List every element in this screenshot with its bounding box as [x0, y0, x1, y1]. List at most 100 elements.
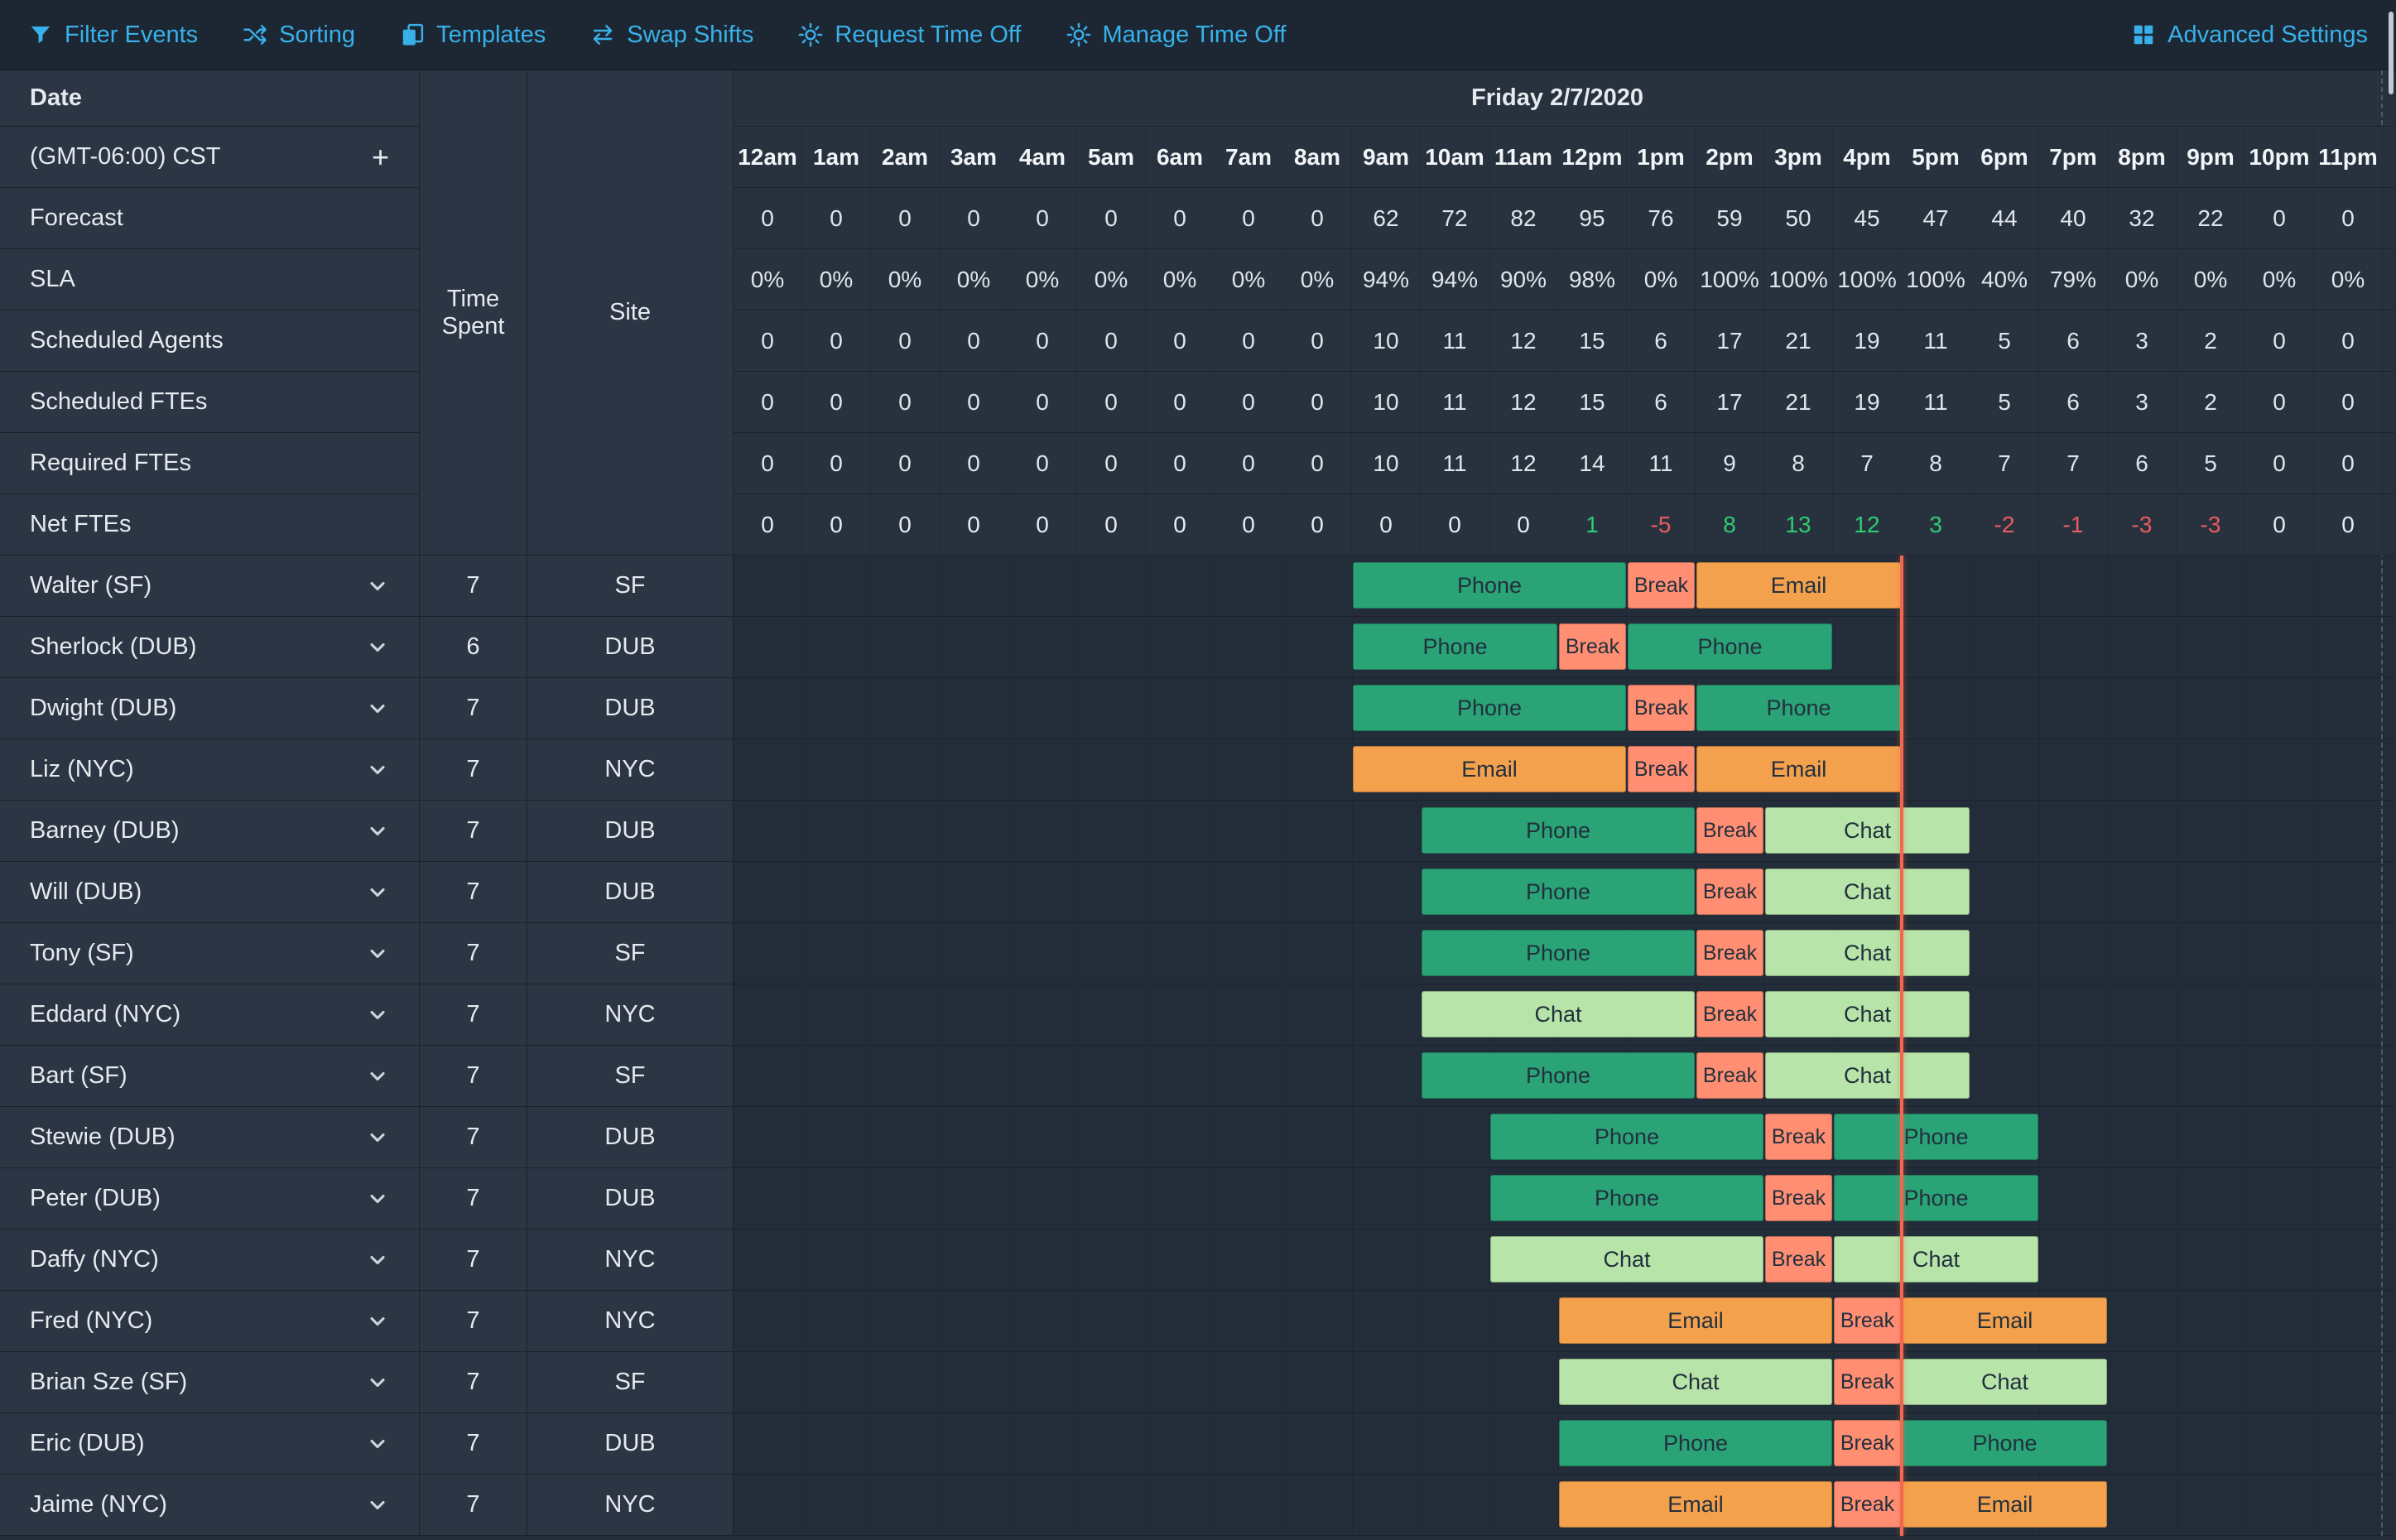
shift-block-break[interactable]: Break [1834, 1420, 1901, 1466]
toolbar-item-manage-time-off[interactable]: Manage Time Off [1066, 22, 1286, 49]
chevron-down-icon[interactable] [366, 1494, 389, 1517]
chevron-down-icon[interactable] [366, 1371, 389, 1394]
shift-block-email[interactable]: Email [1903, 1481, 2107, 1528]
agent-row-eddard-nyc[interactable]: Eddard (NYC) [0, 984, 420, 1046]
shift-block-break[interactable]: Break [1765, 1236, 1832, 1283]
agent-row-daffy-nyc[interactable]: Daffy (NYC) [0, 1230, 420, 1291]
shift-block-phone[interactable]: Phone [1422, 807, 1695, 854]
shift-block-break[interactable]: Break [1628, 746, 1695, 792]
shift-block-break[interactable]: Break [1628, 685, 1695, 731]
toolbar-item-sorting[interactable]: Sorting [243, 22, 355, 49]
shift-block-break[interactable]: Break [1834, 1359, 1901, 1405]
hour-label-6am: 6am [1146, 127, 1215, 188]
shift-block-break[interactable]: Break [1696, 930, 1763, 976]
chevron-down-icon[interactable] [366, 1310, 389, 1333]
shift-block-break[interactable]: Break [1834, 1481, 1901, 1528]
shift-block-chat[interactable]: Chat [1422, 991, 1695, 1037]
site-header-label: Site [609, 299, 651, 325]
chevron-down-icon[interactable] [366, 1126, 389, 1149]
shift-block-chat[interactable]: Chat [1765, 991, 1970, 1037]
shift-block-phone[interactable]: Phone [1353, 685, 1626, 731]
agent-row-barney-dub[interactable]: Barney (DUB) [0, 801, 420, 862]
summary-value: 0 [1283, 372, 1352, 433]
add-timezone-button[interactable]: + [372, 142, 389, 172]
shift-block-chat[interactable]: Chat [1903, 1359, 2107, 1405]
shift-block-phone[interactable]: Phone [1834, 1114, 2038, 1160]
shift-block-chat[interactable]: Chat [1765, 807, 1970, 854]
next-day-cell [2383, 923, 2394, 984]
agent-row-fred-nyc[interactable]: Fred (NYC) [0, 1291, 420, 1352]
chevron-down-icon[interactable] [366, 1065, 389, 1088]
toolbar-item-templates[interactable]: Templates [400, 22, 546, 49]
summary-value: 0 [2245, 188, 2314, 249]
shift-block-break[interactable]: Break [1765, 1175, 1832, 1221]
shift-block-email[interactable]: Email [1696, 746, 1901, 792]
shift-block-break[interactable]: Break [1628, 562, 1695, 609]
toolbar-item-filter-events[interactable]: Filter Events [28, 22, 198, 49]
shift-block-email[interactable]: Email [1353, 746, 1626, 792]
chevron-down-icon[interactable] [366, 575, 389, 598]
scrollbar-thumb[interactable] [2389, 12, 2394, 94]
shift-block-phone[interactable]: Phone [1353, 562, 1626, 609]
summary-value: -3 [2108, 494, 2177, 556]
agent-row-jaime-nyc[interactable]: Jaime (NYC) [0, 1475, 420, 1536]
shift-block-email[interactable]: Email [1559, 1297, 1832, 1344]
shift-block-phone[interactable]: Phone [1422, 869, 1695, 915]
agent-row-eric-dub[interactable]: Eric (DUB) [0, 1413, 420, 1475]
shift-block-email[interactable]: Email [1696, 562, 1901, 609]
chevron-down-icon[interactable] [366, 1432, 389, 1456]
shift-block-chat[interactable]: Chat [1765, 869, 1970, 915]
shift-block-phone[interactable]: Phone [1559, 1420, 1832, 1466]
toolbar-item-advanced-settings[interactable]: Advanced Settings [2131, 22, 2368, 49]
chevron-down-icon[interactable] [366, 1187, 389, 1210]
shift-block-break[interactable]: Break [1696, 1052, 1763, 1099]
hour-label-4am: 4am [1008, 127, 1077, 188]
shift-block-phone[interactable]: Phone [1834, 1175, 2038, 1221]
chevron-down-icon[interactable] [366, 697, 389, 720]
shift-block-break[interactable]: Break [1696, 807, 1763, 854]
agent-row-tony-sf[interactable]: Tony (SF) [0, 923, 420, 984]
toolbar-item-request-time-off[interactable]: Request Time Off [798, 22, 1022, 49]
shift-block-phone[interactable]: Phone [1353, 623, 1557, 670]
shift-block-email[interactable]: Email [1559, 1481, 1832, 1528]
agent-row-bart-sf[interactable]: Bart (SF) [0, 1046, 420, 1107]
shift-block-phone[interactable]: Phone [1422, 930, 1695, 976]
chevron-down-icon[interactable] [366, 1249, 389, 1272]
chevron-down-icon[interactable] [366, 820, 389, 843]
shift-block-chat[interactable]: Chat [1765, 1052, 1970, 1099]
summary-value: 0% [1627, 249, 1696, 310]
shift-block-chat[interactable]: Chat [1490, 1236, 1763, 1283]
shift-block-phone[interactable]: Phone [1490, 1114, 1763, 1160]
summary-value: 13 [1764, 494, 1833, 556]
shift-block-phone[interactable]: Phone [1628, 623, 1832, 670]
shift-block-break[interactable]: Break [1834, 1297, 1901, 1344]
shift-block-phone[interactable]: Phone [1422, 1052, 1695, 1099]
chevron-down-icon[interactable] [366, 636, 389, 659]
shift-block-chat[interactable]: Chat [1834, 1236, 2038, 1283]
agent-row-brian-sze-sf[interactable]: Brian Sze (SF) [0, 1352, 420, 1413]
shift-block-phone[interactable]: Phone [1696, 685, 1901, 731]
chevron-down-icon[interactable] [366, 1003, 389, 1027]
agent-row-dwight-dub[interactable]: Dwight (DUB) [0, 678, 420, 739]
shift-block-break[interactable]: Break [1765, 1114, 1832, 1160]
agent-row-stewie-dub[interactable]: Stewie (DUB) [0, 1107, 420, 1168]
chevron-down-icon[interactable] [366, 758, 389, 782]
chevron-down-icon[interactable] [366, 942, 389, 965]
shift-block-break[interactable]: Break [1559, 623, 1626, 670]
agent-row-peter-dub[interactable]: Peter (DUB) [0, 1168, 420, 1230]
summary-value: 0 [1146, 433, 1215, 494]
agent-row-walter-sf[interactable]: Walter (SF) [0, 556, 420, 617]
shift-block-phone[interactable]: Phone [1490, 1175, 1763, 1221]
agent-row-liz-nyc[interactable]: Liz (NYC) [0, 739, 420, 801]
shift-block-email[interactable]: Email [1903, 1297, 2107, 1344]
shift-block-break[interactable]: Break [1696, 869, 1763, 915]
agent-row-will-dub[interactable]: Will (DUB) [0, 862, 420, 923]
toolbar-item-swap-shifts[interactable]: Swap Shifts [590, 22, 753, 49]
shuffle-icon [243, 22, 267, 47]
shift-block-chat[interactable]: Chat [1559, 1359, 1832, 1405]
shift-block-chat[interactable]: Chat [1765, 930, 1970, 976]
chevron-down-icon[interactable] [366, 881, 389, 904]
shift-block-phone[interactable]: Phone [1903, 1420, 2107, 1466]
agent-row-sherlock-dub[interactable]: Sherlock (DUB) [0, 617, 420, 678]
shift-block-break[interactable]: Break [1696, 991, 1763, 1037]
